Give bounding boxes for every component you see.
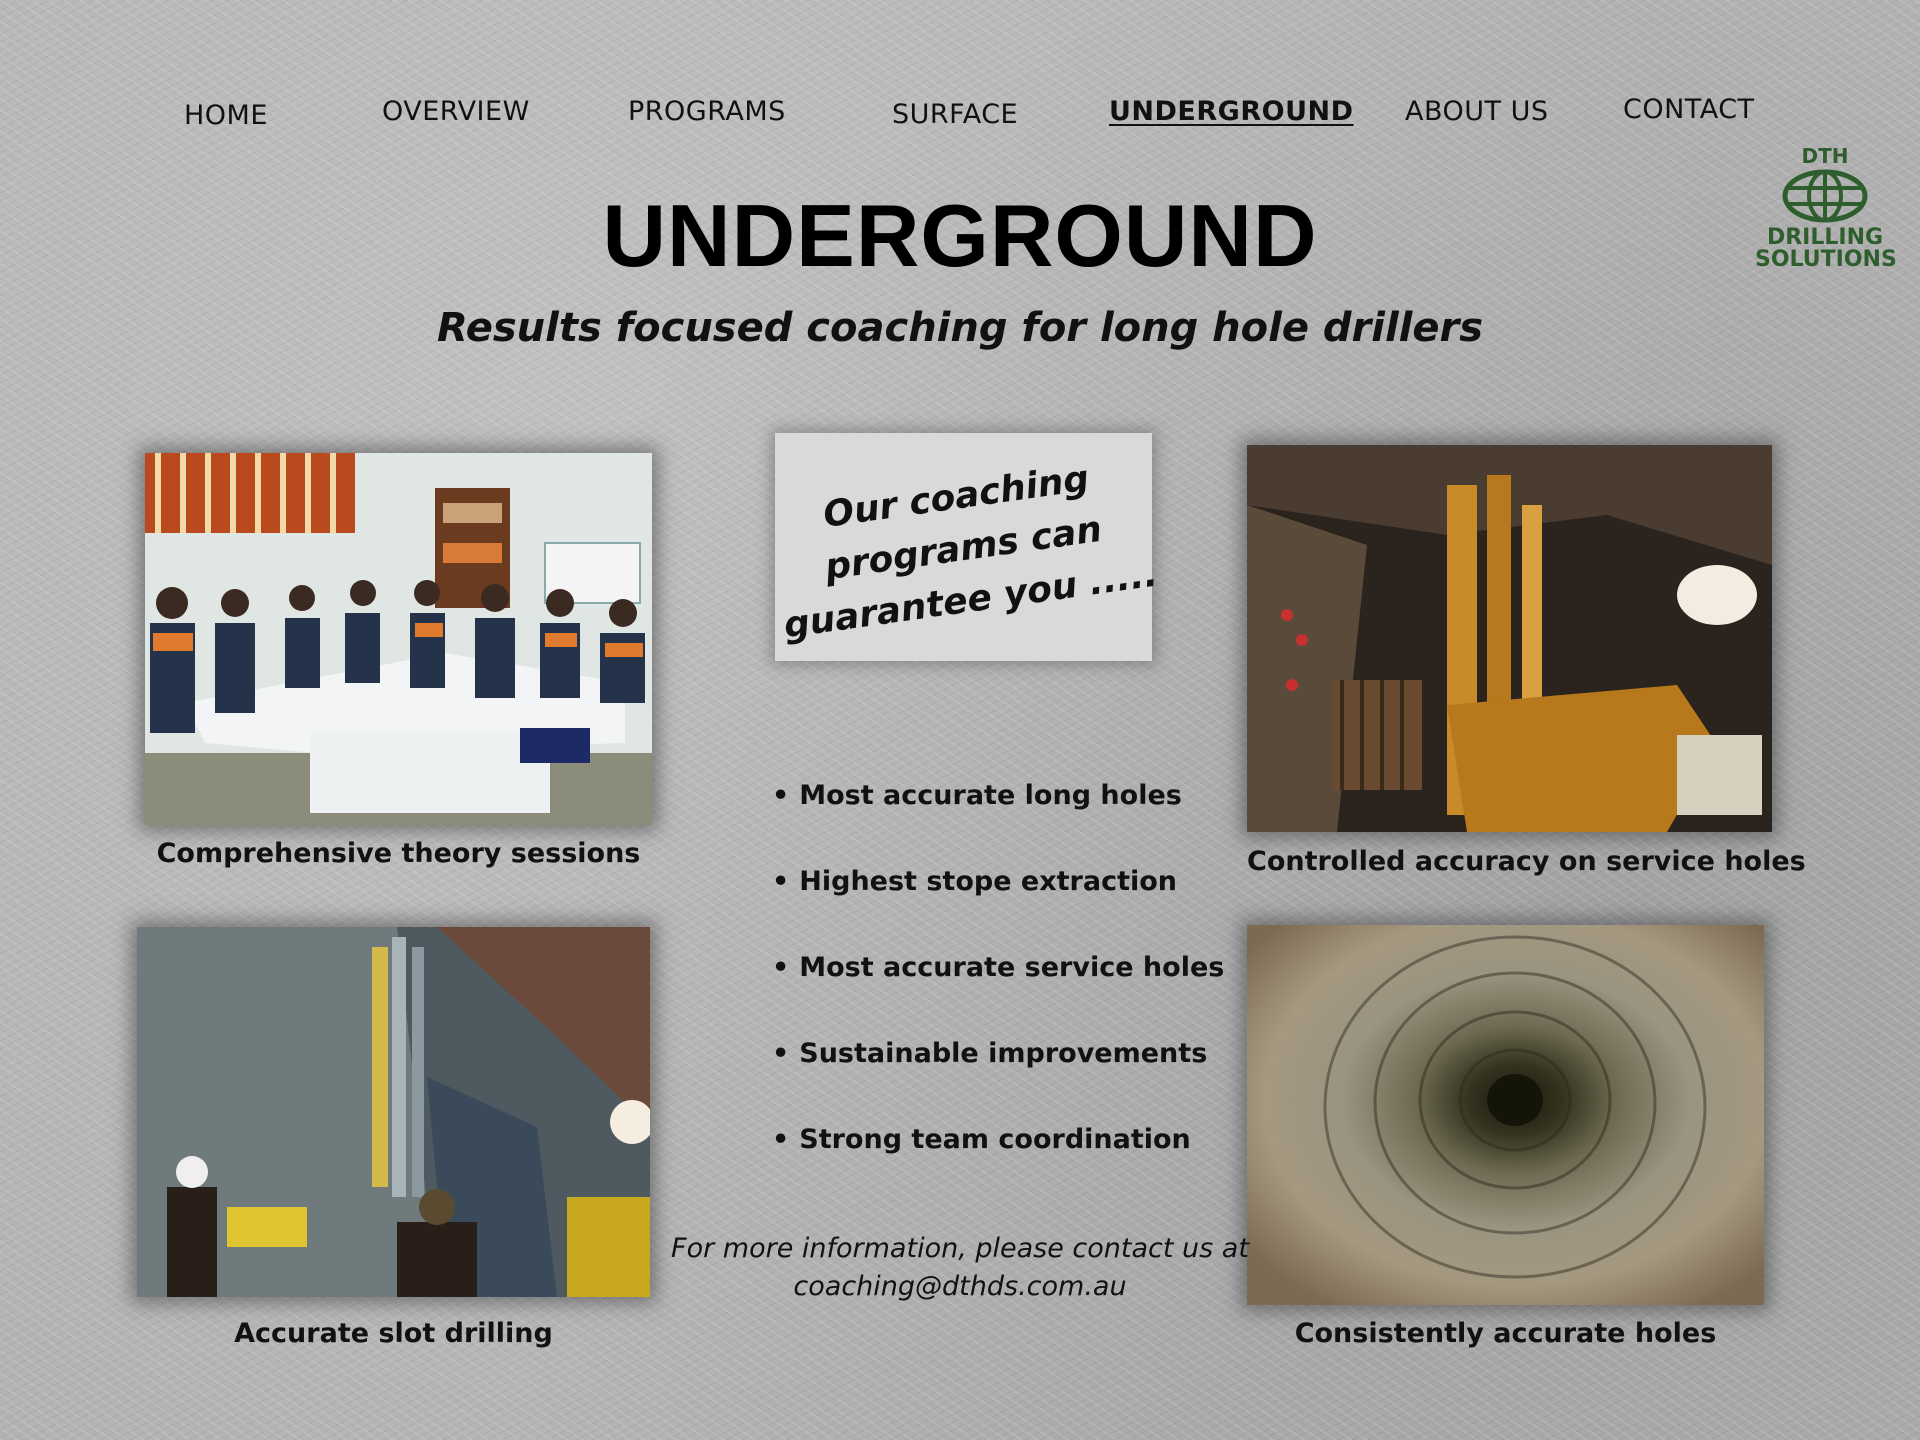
theory-sessions-caption: Comprehensive theory sessions	[156, 838, 641, 869]
nav-underground[interactable]: UNDERGROUND	[1109, 96, 1354, 127]
bullet-icon: •	[772, 780, 790, 811]
slot-drilling-caption: Accurate slot drilling	[234, 1318, 553, 1349]
theory-sessions-photo	[145, 453, 652, 825]
list-item: • Strong team coordination	[772, 1124, 1191, 1155]
contact-email-link[interactable]: coaching@dthds.com.au	[640, 1268, 1280, 1306]
contact-line: For more information, please contact us …	[671, 1233, 1249, 1264]
benefits-list: • Most accurate long holes • Highest stope…	[772, 778, 1224, 1208]
service-holes-photo	[1247, 445, 1772, 832]
main-nav: HOME OVERVIEW PROGRAMS SURFACE UNDERGROU…	[0, 94, 1920, 136]
nav-programs[interactable]: PROGRAMS	[628, 96, 786, 127]
list-item: • Sustainable improvements	[772, 1038, 1208, 1069]
nav-overview[interactable]: OVERVIEW	[382, 96, 530, 127]
list-item: • Most accurate service holes	[772, 952, 1225, 983]
nav-contact[interactable]: CONTACT	[1623, 94, 1755, 125]
page-title: UNDERGROUND	[602, 186, 1318, 285]
list-item: • Most accurate long holes	[772, 780, 1182, 811]
bullet-icon: •	[772, 866, 790, 897]
nav-about-us[interactable]: ABOUT US	[1405, 96, 1549, 127]
nav-home[interactable]: HOME	[184, 100, 268, 131]
bullet-icon: •	[772, 1124, 790, 1155]
bullet-icon: •	[772, 952, 790, 983]
list-item: • Highest stope extraction	[772, 866, 1178, 897]
guarantee-card-text: Our coaching programs can guarantee you …	[766, 446, 1161, 653]
service-holes-caption: Controlled accuracy on service holes	[1247, 846, 1806, 877]
contact-note: For more information, please contact us …	[640, 1230, 1280, 1306]
page-subtitle: Results focused coaching for long hole d…	[436, 305, 1484, 351]
logo-line-dth: DTH	[1801, 144, 1849, 168]
guarantee-card: Our coaching programs can guarantee you …	[775, 433, 1160, 661]
slot-drilling-photo	[137, 927, 650, 1297]
accurate-holes-caption: Consistently accurate holes	[1294, 1318, 1717, 1349]
accurate-holes-photo	[1247, 925, 1764, 1305]
nav-surface[interactable]: SURFACE	[892, 99, 1018, 130]
bullet-icon: •	[772, 1038, 790, 1069]
